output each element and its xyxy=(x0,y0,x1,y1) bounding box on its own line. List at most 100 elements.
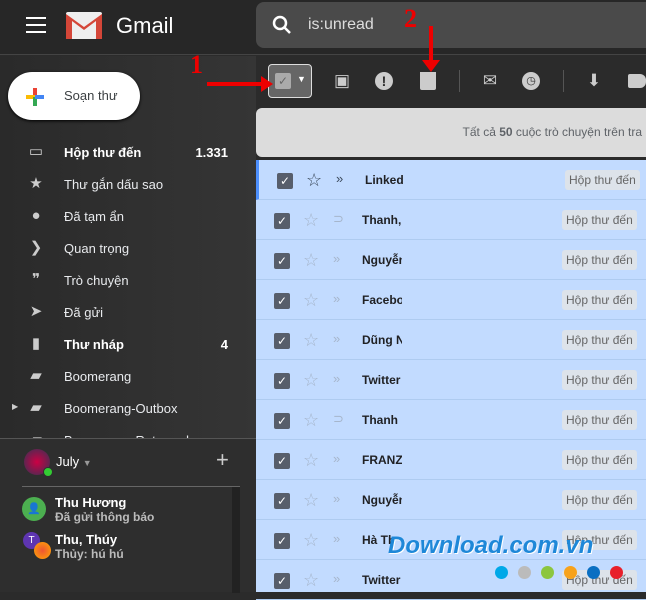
sidebar-item[interactable]: ▮ Thư nháp 4 xyxy=(0,328,256,360)
email-sender: Facebo xyxy=(362,293,402,307)
email-row[interactable]: ✓ ☆ » Facebo Hộp thư đến xyxy=(256,280,646,320)
star-icon[interactable]: ☆ xyxy=(303,330,319,351)
row-checkbox[interactable]: ✓ xyxy=(274,533,290,549)
important-marker-icon[interactable]: » xyxy=(333,571,340,586)
sidebar-item[interactable]: ● Đã tạm ẩn xyxy=(0,200,256,232)
email-row[interactable]: ✓ ☆ » Nguyễn Hộp thư đến xyxy=(256,480,646,520)
label-icon: ▰ xyxy=(30,367,42,384)
sidebar-item[interactable]: ❯ Quan trọng xyxy=(0,232,256,264)
row-checkbox[interactable]: ✓ xyxy=(277,173,293,189)
compose-label: Soạn thư xyxy=(64,88,118,103)
archive-icon[interactable]: ▣ xyxy=(331,70,353,92)
hangouts-user-name: July xyxy=(56,454,80,469)
compose-button[interactable]: Soạn thư xyxy=(8,72,140,120)
divider xyxy=(563,70,564,92)
sidebar-item-label: Hộp thư đến xyxy=(64,145,142,160)
star-icon[interactable]: ☆ xyxy=(303,250,319,271)
star-icon[interactable]: ☆ xyxy=(303,210,319,231)
move-to-icon[interactable]: ⬇ xyxy=(583,70,605,92)
row-checkbox[interactable]: ✓ xyxy=(274,293,290,309)
important-marker-icon[interactable]: ⊃ xyxy=(333,411,344,427)
email-sender: Twitter xyxy=(362,573,401,587)
search-icon[interactable] xyxy=(272,15,292,35)
label-icon[interactable] xyxy=(628,74,646,88)
annotation-arrow-down-icon xyxy=(422,26,440,72)
star-icon[interactable]: ☆ xyxy=(303,450,319,471)
important-marker-icon[interactable]: ⊃ xyxy=(333,211,344,227)
chevron-down-icon[interactable]: ▼ xyxy=(297,74,306,84)
annotation-arrow-right-icon xyxy=(207,76,273,92)
sidebar-item[interactable]: ▶ ▰ Boomerang-Outbox xyxy=(0,392,256,424)
email-row[interactable]: ✓ ☆ ⊃ Thanh, Hộp thư đến xyxy=(256,200,646,240)
row-checkbox[interactable]: ✓ xyxy=(274,373,290,389)
chat-name: Thu Hương xyxy=(55,495,127,510)
star-icon[interactable]: ☆ xyxy=(306,170,322,191)
sidebar-item[interactable]: ➤ Đã gửi xyxy=(0,296,256,328)
important-marker-icon[interactable]: » xyxy=(333,371,340,386)
star-icon[interactable]: ☆ xyxy=(303,370,319,391)
sidebar-item-label: Thư gắn dấu sao xyxy=(64,177,164,192)
expand-arrow-icon[interactable]: ▶ xyxy=(12,402,18,411)
email-row[interactable]: ✓ ☆» Twitter Hộp thư đến xyxy=(256,560,646,600)
hangouts-user[interactable]: July ▼ xyxy=(56,454,92,469)
scrollbar[interactable] xyxy=(232,487,240,593)
checkbox-icon: ✓ xyxy=(275,73,291,89)
star-icon: ★ xyxy=(29,175,43,192)
watermark-dot xyxy=(495,566,508,579)
main-menu-icon[interactable] xyxy=(26,17,46,33)
watermark-dot xyxy=(587,566,600,579)
email-sender: Dũng N xyxy=(362,333,402,347)
email-row[interactable]: ✓ ☆ » Linked Hộp thư đến xyxy=(256,160,646,200)
mark-as-read-icon[interactable]: ✉ xyxy=(479,70,501,92)
important-marker-icon[interactable]: » xyxy=(333,251,340,266)
new-conversation-plus-icon[interactable]: + xyxy=(216,447,229,473)
email-row[interactable]: ✓ ☆ » Nguyễn Hộp thư đến xyxy=(256,240,646,280)
star-icon[interactable]: ☆ xyxy=(303,570,319,591)
gmail-logo[interactable] xyxy=(66,12,102,39)
inbox-label-chip: Hộp thư đến xyxy=(562,250,637,270)
sidebar-item[interactable]: ▭ Hộp thư đến 1.331 xyxy=(0,136,256,168)
star-icon[interactable]: ☆ xyxy=(303,410,319,431)
row-checkbox[interactable]: ✓ xyxy=(274,493,290,509)
sidebar-item[interactable]: ▰Boomerang-Returned xyxy=(0,424,256,439)
inbox-label-chip: Hộp thư đến xyxy=(562,290,637,310)
row-checkbox[interactable]: ✓ xyxy=(274,333,290,349)
important-marker-icon[interactable]: » xyxy=(333,491,340,506)
inbox-label-chip: Hộp thư đến xyxy=(562,450,637,470)
sidebar-item-label: Thư nháp xyxy=(64,337,124,352)
row-checkbox[interactable]: ✓ xyxy=(274,213,290,229)
send-icon: ➤ xyxy=(29,303,43,320)
search-bar[interactable]: is:unread xyxy=(256,2,646,48)
row-checkbox[interactable]: ✓ xyxy=(274,453,290,469)
divider xyxy=(22,486,240,487)
search-input[interactable]: is:unread xyxy=(308,16,374,34)
important-marker-icon[interactable]: » xyxy=(333,331,340,346)
avatar xyxy=(34,542,51,559)
sidebar-item[interactable]: ❞ Trò chuyện xyxy=(0,264,256,296)
important-marker-icon[interactable]: » xyxy=(333,291,340,306)
sidebar-item[interactable]: ▰ Boomerang xyxy=(0,360,256,392)
important-marker-icon[interactable]: » xyxy=(336,171,343,186)
star-icon[interactable]: ☆ xyxy=(303,530,319,551)
toolbar: ✓ ▼ ▣ ! ✉ ◷ ⬇ xyxy=(256,56,646,106)
star-icon[interactable]: ☆ xyxy=(303,490,319,511)
row-checkbox[interactable]: ✓ xyxy=(274,253,290,269)
sidebar-item[interactable]: ★ Thư gắn dấu sao xyxy=(0,168,256,200)
snooze-clock-icon[interactable]: ◷ xyxy=(522,72,540,90)
important-marker-icon[interactable]: » xyxy=(333,531,340,546)
email-row[interactable]: ✓ ☆ » FRANZ Hộp thư đến xyxy=(256,440,646,480)
email-row[interactable]: ✓ ☆» Twitter Hộp thư đến xyxy=(256,360,646,400)
row-checkbox[interactable]: ✓ xyxy=(274,573,290,589)
watermark-dot xyxy=(518,566,531,579)
sidebar-item-label: Đã tạm ẩn xyxy=(64,209,124,224)
row-checkbox[interactable]: ✓ xyxy=(274,413,290,429)
email-row[interactable]: ✓ ☆ » Dũng N Hộp thư đến xyxy=(256,320,646,360)
important-marker-icon[interactable]: » xyxy=(333,451,340,466)
brand-name: Gmail xyxy=(116,13,174,38)
report-spam-icon[interactable]: ! xyxy=(375,72,393,90)
email-row[interactable]: ✓ ☆ ⊃ Thanh Hộp thư đến xyxy=(256,400,646,440)
delete-icon[interactable] xyxy=(420,72,436,90)
star-icon[interactable]: ☆ xyxy=(303,290,319,311)
chat-name: Thu, Thúy xyxy=(55,532,118,547)
draft-icon: ▮ xyxy=(31,335,41,352)
